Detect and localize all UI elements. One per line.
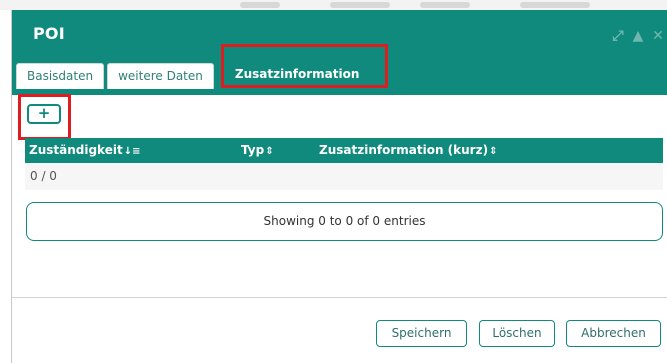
table-header: Zuständigkeit↓≡ Typ⇕ Zusatzinformation (… [25,138,663,163]
sort-icon: ⇕ [265,146,274,157]
save-button[interactable]: Speichern [376,320,467,347]
row-count: 0 / 0 [30,169,57,183]
sort-asc-icon: ↓≡ [123,146,141,157]
column-label: Zuständigkeit [29,143,123,157]
delete-button[interactable]: Löschen [479,320,555,347]
tab-basisdaten[interactable]: Basisdaten [16,63,105,89]
highlight-tab-box [221,44,388,88]
column-label: Typ [241,143,265,157]
tab-weitere-daten[interactable]: weitere Daten [107,63,214,89]
table-summary-row: 0 / 0 [25,163,663,190]
cancel-button[interactable]: Abbrechen [566,320,661,347]
column-label: Zusatzinformation (kurz) [319,143,489,157]
column-header-zustaendigkeit[interactable]: Zuständigkeit↓≡ [29,138,140,164]
table-info: Showing 0 to 0 of 0 entries [26,202,663,241]
footer-divider [12,297,667,298]
close-icon[interactable]: ✕ [650,28,666,44]
highlight-add-box [18,94,71,140]
window-controls: ⤢ ▲ ✕ [610,27,666,45]
background-strip [0,0,667,10]
expand-icon[interactable]: ⤢ [610,28,626,44]
sort-icon: ⇕ [489,146,498,157]
column-header-zusatzinformation[interactable]: Zusatzinformation (kurz)⇕ [319,138,497,164]
dialog-title: POI [33,24,65,43]
arrow-up-icon[interactable]: ▲ [630,28,646,44]
column-header-typ[interactable]: Typ⇕ [241,138,274,164]
